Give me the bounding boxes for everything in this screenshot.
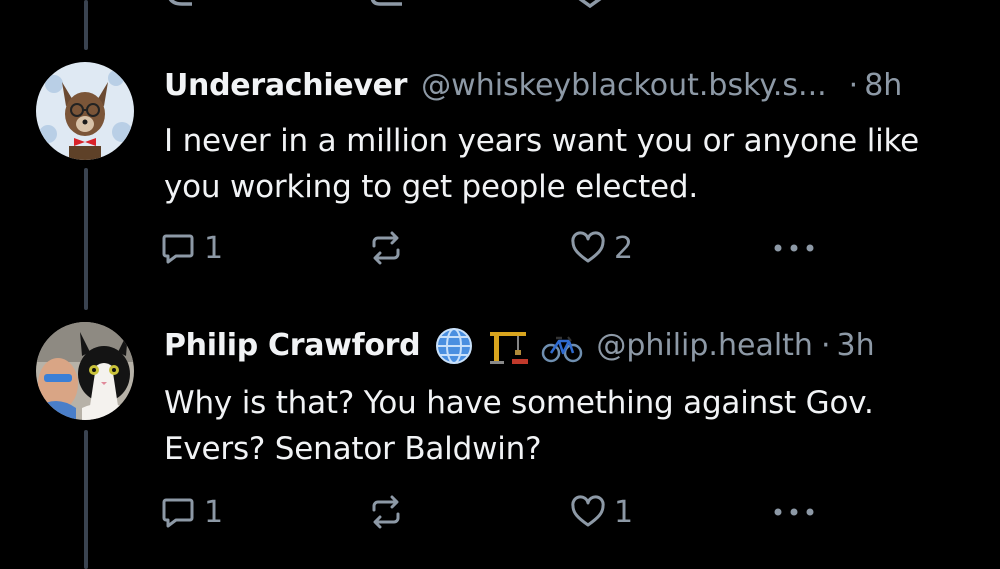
post-timestamp[interactable]: 8h	[864, 64, 902, 108]
thread-line-bottom	[84, 430, 88, 569]
reply-icon	[160, 494, 196, 530]
post-text: I never in a million years want you or a…	[164, 123, 920, 205]
author-handle[interactable]: @philip.health	[596, 324, 813, 368]
dog-with-glasses-and-bowtie-avatar[interactable]	[36, 62, 134, 160]
author-handle[interactable]: @whiskeyblackout.bsky.s...	[421, 64, 826, 108]
construction-crane-emoji	[486, 326, 530, 366]
previous-post-actions	[0, 0, 1000, 9]
separator-dot: ·	[820, 328, 831, 363]
more-options-button[interactable]	[772, 226, 816, 270]
repost-icon	[368, 494, 404, 530]
post-actions: 1 2	[160, 226, 860, 270]
author-name[interactable]: Philip Crawford	[164, 324, 421, 368]
reply-button[interactable]: 1	[160, 226, 223, 270]
post-header: Underachiever @whiskeyblackout.bsky.s...…	[164, 64, 902, 108]
post-thread: Underachiever @whiskeyblackout.bsky.s...…	[0, 0, 1000, 569]
reply-icon	[160, 230, 196, 266]
author-name[interactable]: Underachiever	[164, 64, 407, 108]
reply-count: 1	[204, 230, 224, 266]
heart-icon	[570, 230, 606, 266]
man-with-cat-avatar[interactable]	[36, 322, 134, 420]
like-count: 1	[614, 494, 634, 530]
more-options-button[interactable]	[772, 490, 816, 534]
repost-icon	[368, 230, 404, 266]
thread-line-top	[84, 0, 88, 50]
bicycle-emoji	[540, 326, 584, 366]
post-timestamp[interactable]: 3h	[836, 324, 874, 368]
more-dots-icon	[772, 506, 816, 518]
separator-dot: ·	[848, 68, 859, 103]
reply-button[interactable]: 1	[160, 490, 223, 534]
post-text: Why is that? You have something against …	[164, 385, 874, 467]
thread-line-middle	[84, 168, 88, 310]
like-button[interactable]: 1	[570, 490, 633, 534]
post-header: Philip Crawford @philip.health · 3h	[164, 324, 875, 368]
more-dots-icon	[772, 242, 816, 254]
heart-icon	[570, 494, 606, 530]
like-button[interactable]: 2	[570, 226, 633, 270]
globe-emoji	[432, 326, 476, 366]
repost-button[interactable]	[368, 490, 412, 534]
reply-count: 1	[204, 494, 224, 530]
like-count: 2	[614, 230, 634, 266]
repost-button[interactable]	[368, 226, 412, 270]
post-actions: 1 1	[160, 490, 860, 534]
